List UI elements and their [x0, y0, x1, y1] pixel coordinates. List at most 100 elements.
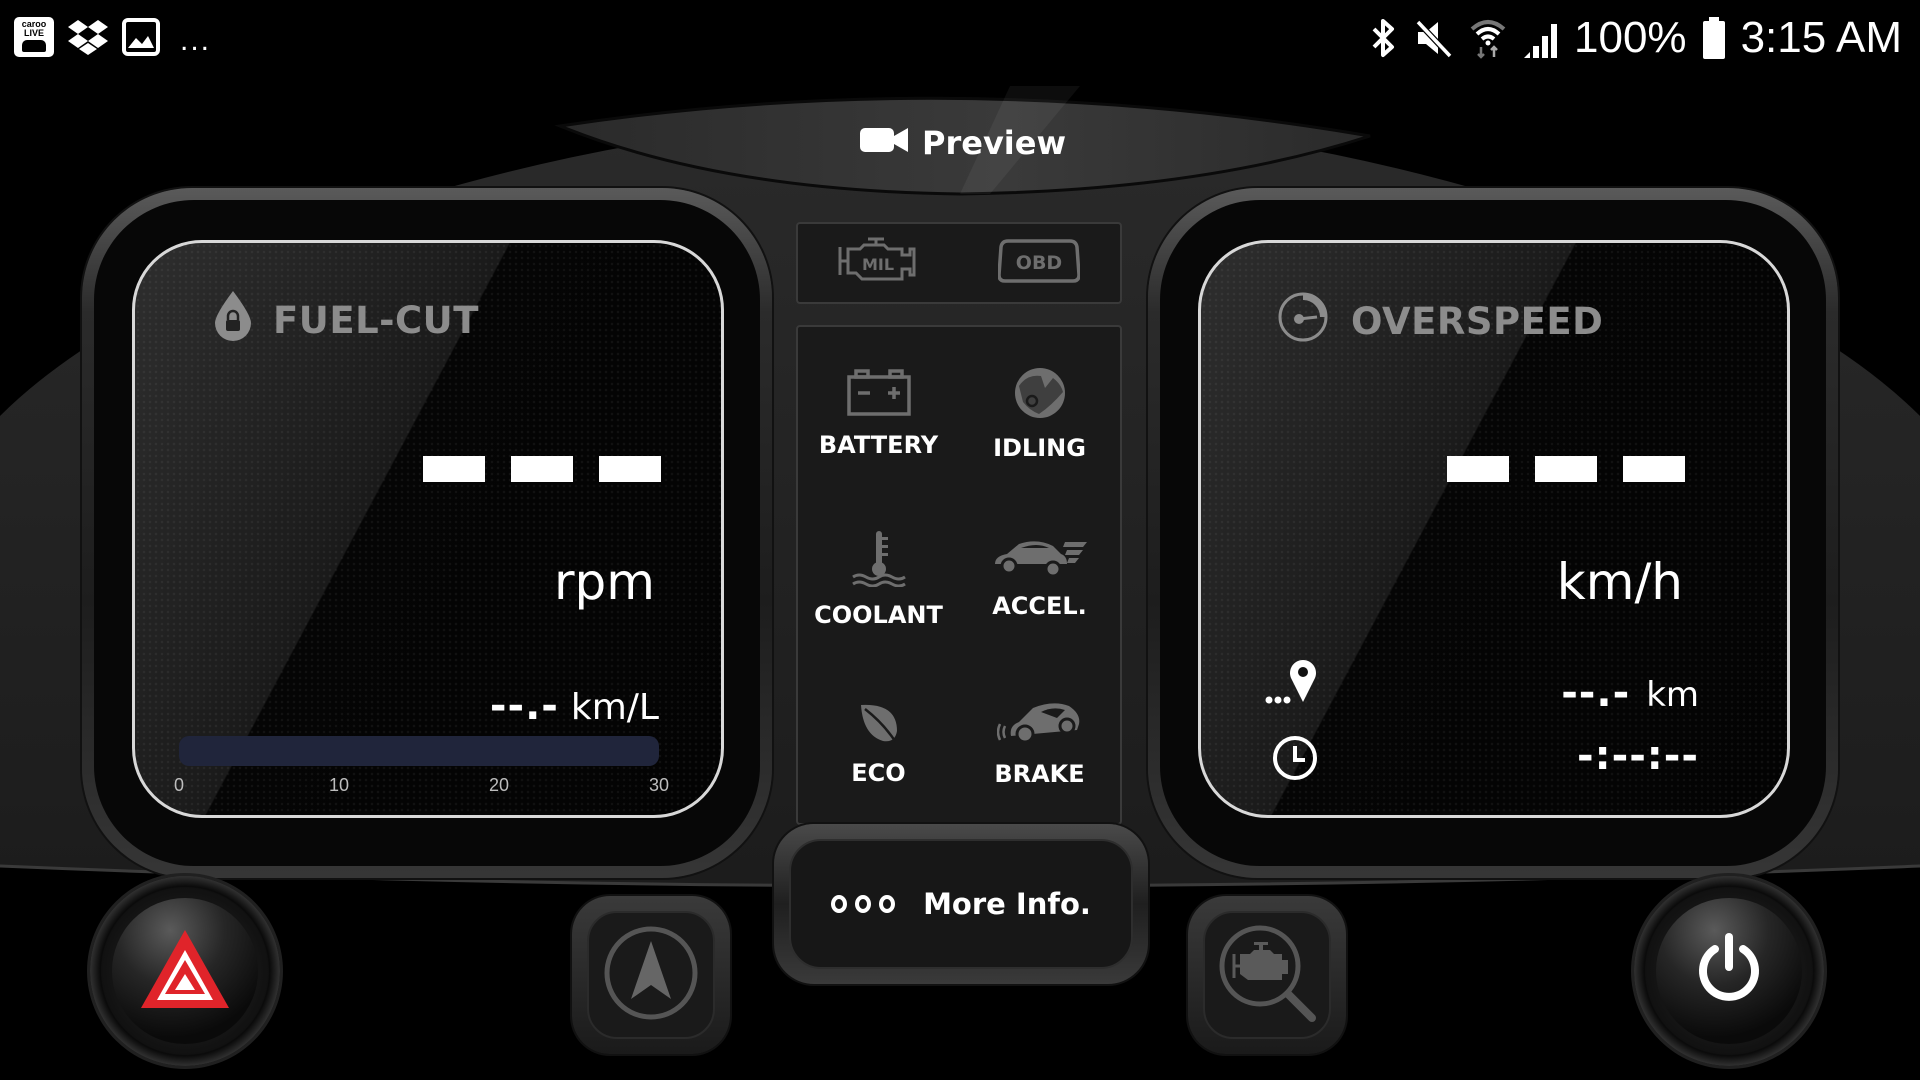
status-bar: caroo LIVE ... 100% 3:15 AM: [0, 0, 1920, 76]
ellipsis-icon: [831, 895, 896, 913]
fuel-scale-tick: 20: [488, 775, 509, 795]
speed-gauge: OVERSPEED km/h --.- km -:--:--: [1148, 188, 1838, 878]
trip-distance-value: --.-: [1561, 670, 1631, 716]
fuel-scale-tick: 30: [648, 775, 670, 795]
warning-brake: BRAKE: [959, 658, 1120, 823]
battery-percent: 100%: [1574, 13, 1687, 62]
fuel-scale-tick: 10: [328, 775, 349, 795]
trip-time-readout: -:--:--: [1577, 733, 1699, 779]
app-icon-text: LIVE: [23, 28, 44, 38]
digit-placeholder: [511, 456, 573, 482]
fuel-economy-unit: km/L: [570, 687, 659, 728]
video-camera-icon: [860, 124, 908, 162]
engine-diagnosis-button[interactable]: [1188, 896, 1346, 1054]
navigation-button[interactable]: [572, 896, 730, 1054]
obd-label: OBD: [1016, 252, 1062, 274]
sudden-braking-icon: [996, 700, 1083, 750]
hazard-triangle-icon: [139, 928, 231, 1014]
trip-time-value: -:--:--: [1577, 733, 1699, 779]
power-icon: [1693, 933, 1765, 1009]
check-engine-mil-icon: MIL: [838, 237, 918, 289]
signal-icon: [1522, 18, 1558, 58]
idling-label: IDLING: [993, 433, 1086, 462]
digit-placeholder: [1623, 456, 1685, 482]
battery-warning-icon: [846, 368, 912, 421]
navigation-arrow-icon: [601, 923, 701, 1027]
hazard-button[interactable]: [90, 876, 280, 1066]
dot: [831, 895, 848, 913]
preview-label: Preview: [922, 124, 1067, 162]
rpm-unit: rpm: [553, 553, 655, 611]
engine-search-icon: [1214, 920, 1320, 1030]
coolant-temperature-icon: [851, 529, 907, 591]
engine-diagnosis-button-face: [1203, 911, 1331, 1039]
trip-distance-icon: [1263, 656, 1323, 710]
navigation-button-face: [587, 911, 715, 1039]
accel-label: ACCEL.: [992, 591, 1087, 620]
power-button-face: [1656, 898, 1802, 1044]
fuel-economy-scale: 0 10 20 30: [174, 775, 669, 799]
preview-button[interactable]: Preview: [860, 118, 1066, 168]
overspeed-indicator: OVERSPEED: [1277, 291, 1603, 352]
fuel-scale-tick: 0: [173, 775, 185, 795]
speed-unit: km/h: [1556, 553, 1683, 611]
trip-time-icon-wrap: [1271, 734, 1319, 786]
clock: 3:15 AM: [1740, 13, 1902, 62]
speed-value: [1447, 456, 1685, 482]
warning-idling: IDLING: [959, 327, 1120, 492]
trip-distance-icon-wrap: [1263, 656, 1323, 710]
trip-distance-readout: --.- km: [1561, 670, 1699, 716]
fuel-cut-indicator: FUEL-CUT: [215, 291, 479, 350]
rapid-acceleration-icon: [993, 538, 1087, 582]
dropbox-icon: [68, 17, 108, 57]
rpm-gauge: FUEL-CUT rpm --.- km/L 0 10 20 30: [82, 188, 772, 878]
fuel-economy-bar: [179, 736, 659, 766]
warning-coolant: COOLANT: [798, 492, 959, 657]
more-info-label: More Info.: [923, 887, 1091, 921]
digit-placeholder: [423, 456, 485, 482]
digit-placeholder: [599, 456, 661, 482]
more-info-button[interactable]: More Info.: [774, 824, 1148, 984]
warning-indicators: BATTERY IDLING COOLANT ACCEL. ECO BRAKE: [796, 325, 1122, 825]
dot: [879, 895, 896, 913]
idling-warning-icon: [1013, 366, 1067, 424]
mute-icon: [1414, 18, 1454, 58]
system-status: 100% 3:15 AM: [1370, 10, 1902, 66]
coolant-label: COOLANT: [814, 600, 943, 629]
overspeed-label: OVERSPEED: [1351, 300, 1604, 343]
rpm-value: [423, 456, 661, 482]
eco-label: ECO: [851, 759, 906, 788]
more-info-button-face: More Info.: [789, 839, 1133, 969]
battery-icon: [1702, 17, 1725, 59]
eco-leaf-icon: [857, 701, 901, 749]
dot: [855, 895, 872, 913]
more-notifications-indicator: ...: [180, 24, 212, 57]
caroo-live-app-icon: caroo LIVE: [14, 17, 54, 57]
notification-icons: caroo LIVE ...: [14, 16, 211, 58]
rpm-gauge-screen: FUEL-CUT rpm --.- km/L 0 10 20 30: [132, 240, 724, 818]
fuel-economy-readout: --.- km/L: [490, 683, 659, 729]
fuel-cut-label: FUEL-CUT: [273, 299, 479, 342]
mil-label: MIL: [862, 255, 894, 274]
brake-label: BRAKE: [994, 760, 1085, 789]
clock-icon: [1271, 734, 1319, 786]
fuel-economy-value: --.-: [489, 683, 559, 729]
obd-icon: OBD: [997, 237, 1081, 289]
fuel-lock-icon: [215, 291, 251, 350]
power-button[interactable]: [1634, 876, 1824, 1066]
bluetooth-icon: [1370, 17, 1398, 59]
warning-accel: ACCEL.: [959, 492, 1120, 657]
speed-gauge-screen: OVERSPEED km/h --.- km -:--:--: [1198, 240, 1790, 818]
hazard-button-face: [112, 898, 258, 1044]
battery-label: BATTERY: [818, 430, 939, 459]
car-glyph: [22, 40, 46, 52]
gallery-icon: [122, 18, 160, 56]
trip-distance-unit: km: [1646, 675, 1699, 715]
speedometer-icon: [1277, 291, 1329, 352]
wifi-icon: [1470, 17, 1506, 59]
digit-placeholder: [1535, 456, 1597, 482]
digit-placeholder: [1447, 456, 1509, 482]
diagnostic-indicators: MIL OBD: [796, 222, 1122, 304]
warning-battery: BATTERY: [798, 327, 959, 492]
warning-eco: ECO: [798, 658, 959, 823]
